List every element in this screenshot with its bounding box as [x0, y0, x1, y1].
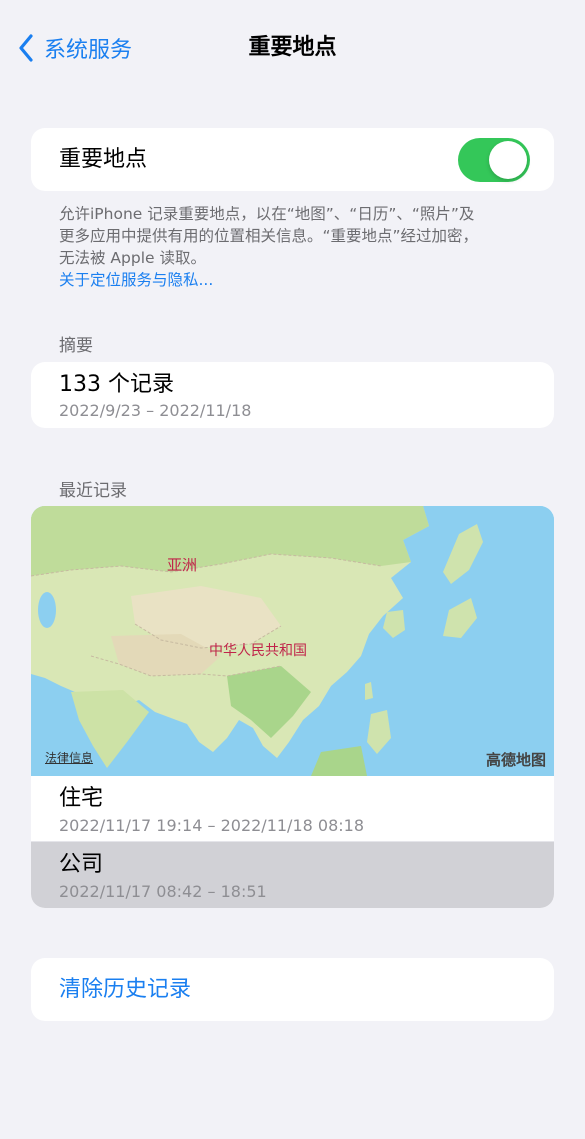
map-region-label: 亚洲: [167, 556, 198, 574]
footnote-line: 允许iPhone 记录重要地点，以在“地图”、“日历”、“照片”及: [59, 205, 475, 223]
location-time: 2022/11/17 08:42 – 18:51: [59, 882, 267, 901]
significant-locations-toggle[interactable]: [458, 138, 530, 182]
recent-records-card: 亚洲 中华人民共和国 法律信息 高德地图 住宅 2022/11/17 19:14…: [31, 506, 554, 908]
map-view[interactable]: 亚洲 中华人民共和国 法律信息 高德地图: [31, 506, 554, 776]
location-row-home[interactable]: 住宅 2022/11/17 19:14 – 2022/11/18 08:18: [31, 776, 554, 842]
record-count: 133 个记录: [59, 372, 174, 397]
summary-header: 摘要: [59, 336, 93, 356]
location-name: 公司: [59, 852, 104, 877]
significant-locations-row: 重要地点: [31, 128, 554, 191]
legal-info-link[interactable]: 法律信息: [45, 749, 93, 766]
footnote-line: 无法被 Apple 读取。: [59, 249, 206, 267]
footnote-line: 更多应用中提供有用的位置相关信息。“重要地点”经过加密，: [59, 227, 479, 245]
map-provider-logo: 高德地图: [485, 751, 546, 769]
record-range: 2022/9/23 – 2022/11/18: [59, 401, 252, 420]
recent-header: 最近记录: [59, 481, 127, 501]
navigation-bar: 系统服务 重要地点: [0, 0, 585, 96]
privacy-link[interactable]: 关于定位服务与隐私...: [59, 269, 539, 291]
summary-cell[interactable]: 133 个记录 2022/9/23 – 2022/11/18: [31, 362, 554, 428]
footnote: 允许iPhone 记录重要地点，以在“地图”、“日历”、“照片”及 更多应用中提…: [59, 203, 539, 291]
clear-history-label: 清除历史记录: [59, 977, 192, 1002]
location-time: 2022/11/17 19:14 – 2022/11/18 08:18: [59, 816, 364, 835]
location-row-work[interactable]: 公司 2022/11/17 08:42 – 18:51: [31, 842, 554, 908]
location-name: 住宅: [59, 786, 104, 811]
toggle-knob: [489, 141, 527, 179]
page-title: 重要地点: [248, 35, 337, 60]
clear-history-button[interactable]: 清除历史记录: [31, 958, 554, 1021]
map-country-label: 中华人民共和国: [209, 643, 307, 659]
toggle-label: 重要地点: [59, 147, 148, 172]
